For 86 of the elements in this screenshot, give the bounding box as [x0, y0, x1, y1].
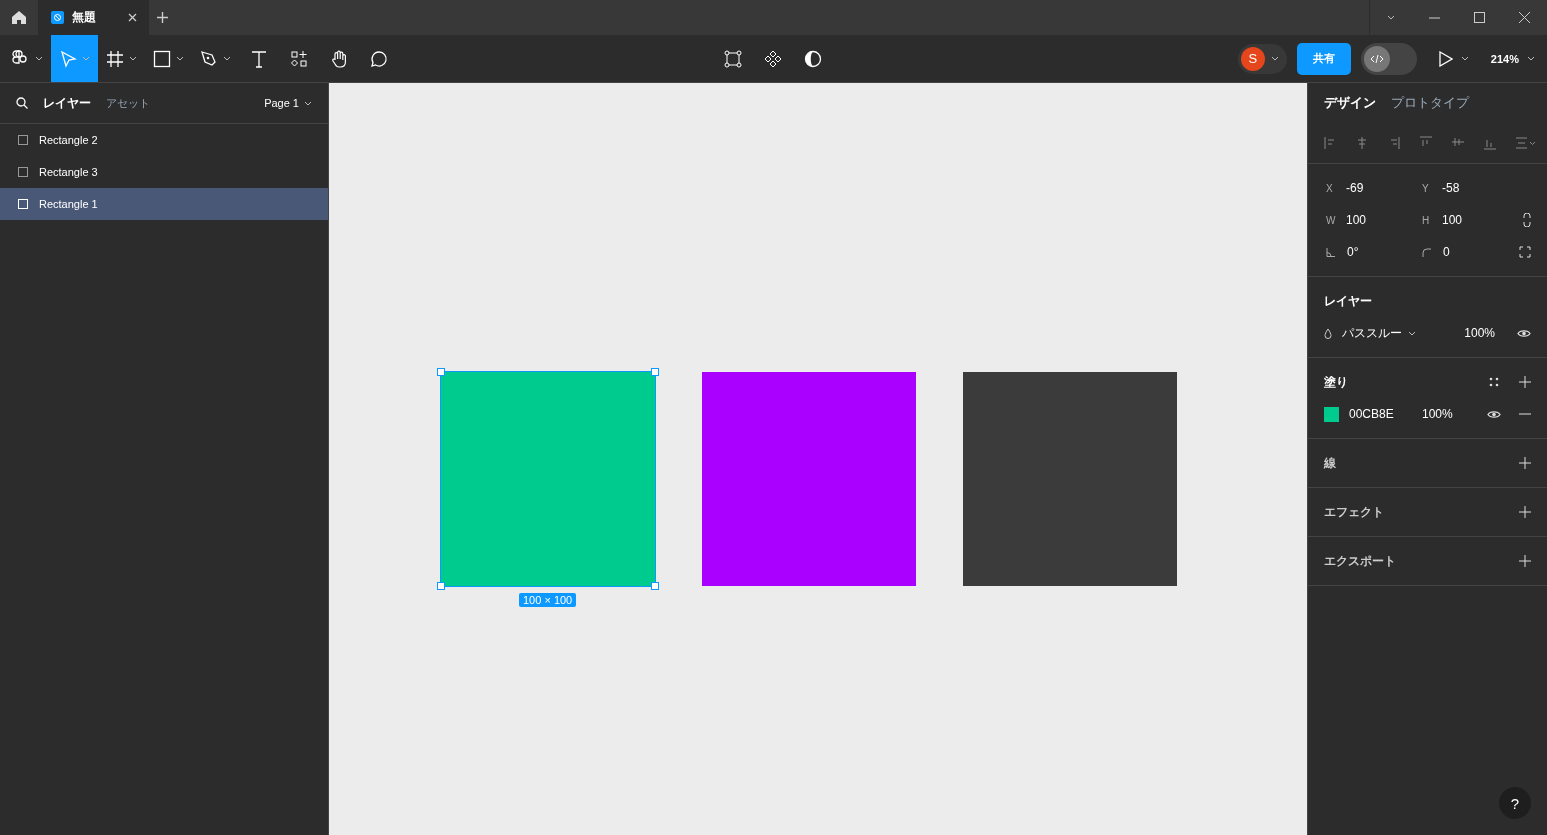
number-field[interactable]: H 100 — [1422, 204, 1518, 236]
maximize-icon[interactable] — [1474, 12, 1485, 23]
rectangle-icon — [18, 199, 28, 209]
layer-row[interactable]: Rectangle 3 — [0, 156, 328, 188]
section-title: エクスポート — [1324, 552, 1396, 570]
angle-icon — [1326, 247, 1335, 257]
section-title: エフェクト — [1324, 503, 1384, 521]
styles-icon[interactable] — [1489, 377, 1499, 387]
blend-mode-dropdown[interactable]: パススルー — [1342, 317, 1416, 349]
rectangle-icon — [18, 167, 28, 177]
chevron-icon[interactable] — [176, 56, 184, 61]
chevron-icon[interactable] — [223, 56, 231, 61]
transform-icon[interactable] — [724, 49, 742, 68]
chevron-icon[interactable] — [1387, 15, 1395, 20]
close-icon[interactable] — [1519, 12, 1530, 23]
chevron-icon[interactable] — [304, 100, 312, 106]
present-button[interactable] — [1438, 50, 1469, 67]
chevron-icon[interactable] — [35, 56, 43, 61]
chevron-icon[interactable] — [1270, 56, 1279, 61]
radius-field[interactable]: 0 — [1422, 236, 1518, 268]
hex-value: 00CB8E — [1349, 407, 1395, 421]
field-label: X — [1326, 182, 1334, 194]
number-field[interactable]: X -69 — [1326, 172, 1422, 204]
plus-icon[interactable] — [1519, 457, 1531, 469]
play-icon — [1438, 50, 1453, 67]
close-icon[interactable] — [128, 13, 137, 22]
contrast-icon[interactable] — [804, 49, 822, 68]
rectangle-icon — [18, 135, 28, 145]
section-title: レイヤー — [1324, 292, 1372, 310]
home-icon[interactable] — [12, 11, 26, 24]
plus-icon[interactable] — [1519, 506, 1531, 518]
rotation-field[interactable]: 0° — [1326, 236, 1422, 268]
code-icon — [1369, 53, 1384, 64]
drop-icon — [1324, 327, 1332, 339]
plus-icon[interactable] — [157, 12, 168, 23]
chevron-icon[interactable] — [129, 56, 137, 61]
text-icon — [250, 49, 268, 68]
page-selector[interactable]: Page 1 — [264, 97, 312, 109]
corners-icon[interactable] — [1519, 246, 1531, 258]
eye-icon[interactable] — [1487, 409, 1501, 419]
chevron-icon[interactable] — [1408, 330, 1416, 336]
panel-tab[interactable]: プロトタイプ — [1391, 94, 1469, 112]
opacity-value: 100% — [1422, 407, 1453, 421]
color-swatch[interactable] — [1324, 406, 1339, 422]
panel-tab[interactable]: アセット — [106, 95, 150, 111]
square-icon — [153, 49, 171, 68]
layer-row[interactable]: Rectangle 2 — [0, 124, 328, 156]
field-label: Y — [1422, 182, 1430, 194]
opacity-value: 100% — [1464, 326, 1495, 340]
size-label: 100 × 100 — [519, 593, 577, 607]
panel-tab[interactable]: デザイン — [1324, 94, 1376, 112]
avatar-menu[interactable]: S — [1237, 43, 1287, 74]
chevron-icon[interactable] — [1527, 56, 1535, 61]
pointer-icon — [59, 49, 77, 68]
plus-icon[interactable] — [1519, 376, 1531, 388]
help-button[interactable]: ? — [1499, 787, 1531, 819]
resize-handle[interactable] — [651, 582, 659, 590]
minimize-icon[interactable] — [1429, 16, 1440, 19]
frame-icon — [106, 49, 124, 68]
comment-icon — [370, 49, 388, 68]
number-field[interactable]: W 100 — [1326, 204, 1422, 236]
hand-icon — [330, 49, 348, 68]
field-label: H — [1422, 214, 1430, 226]
search-icon[interactable] — [16, 97, 28, 109]
resize-handle[interactable] — [437, 368, 445, 376]
file-icon — [51, 11, 64, 24]
chevron-icon[interactable] — [1460, 56, 1469, 61]
eye-icon[interactable] — [1517, 328, 1531, 338]
avatar: S — [1240, 46, 1265, 71]
layer-row[interactable]: Rectangle 1 — [0, 188, 328, 220]
component-icon[interactable] — [764, 49, 782, 68]
resize-handle[interactable] — [651, 368, 659, 376]
corner-radius-icon — [1422, 247, 1431, 257]
resize-handle[interactable] — [437, 582, 445, 590]
field-label: W — [1326, 214, 1334, 226]
section-title: 線 — [1324, 454, 1336, 472]
section-title: 塗り — [1324, 373, 1348, 391]
link-icon[interactable] — [1523, 213, 1531, 227]
resources-icon — [290, 49, 308, 68]
number-field[interactable]: Y -58 — [1422, 172, 1518, 204]
panel-tab[interactable]: レイヤー — [43, 94, 91, 112]
dev-mode-toggle[interactable] — [1360, 42, 1417, 75]
plus-icon[interactable] — [1519, 555, 1531, 567]
pen-nib-icon — [200, 49, 218, 68]
zoom-menu[interactable]: 214% — [1490, 52, 1535, 65]
file-tab[interactable]: 無題 — [39, 0, 149, 35]
